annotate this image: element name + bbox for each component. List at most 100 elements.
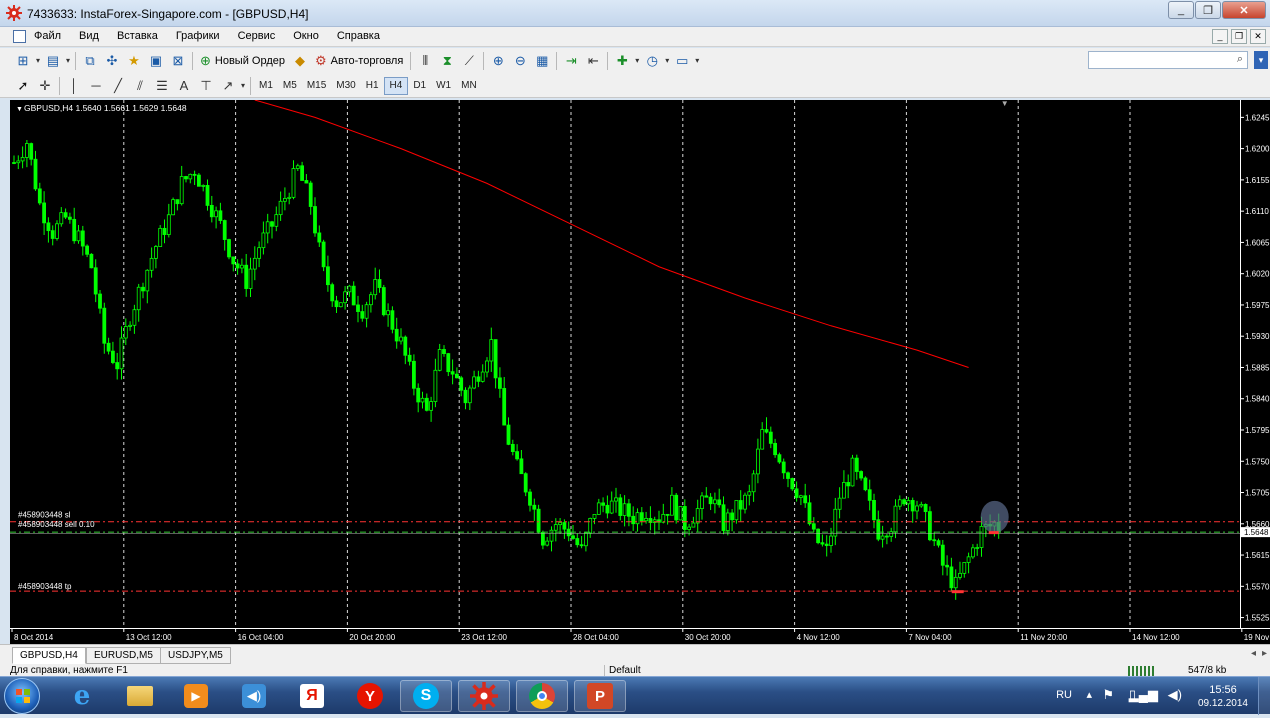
dropdown-arrow-icon[interactable]: ▾ [633,51,641,70]
navigator-icon[interactable]: ✣ [101,51,123,70]
horizontal-line-icon[interactable]: ─ [85,76,107,95]
zoom-in-icon[interactable]: ⊕ [487,51,509,70]
menu-charts[interactable]: Графики [176,30,220,42]
chart-window-icon[interactable] [13,30,26,43]
terminal-icon[interactable]: ▣ [145,51,167,70]
channel-icon[interactable]: ⫽ [129,76,151,95]
menu-insert[interactable]: Вставка [117,30,158,42]
tab-usdjpy-m5[interactable]: USDJPY,M5 [160,647,231,664]
trendline-icon[interactable]: ╱ [107,76,129,95]
timeframe-m5[interactable]: M5 [278,77,302,95]
chart-menu-arrow-icon[interactable]: ▼ [16,106,23,113]
timeframe-d1[interactable]: D1 [408,77,431,95]
candle-body [37,188,42,204]
close-button[interactable]: ✕ [1222,1,1266,19]
tabs-scroll-right-icon[interactable]: ▸ [1262,648,1267,659]
bar-chart-icon[interactable]: ⫴ [414,51,436,70]
timeframe-w1[interactable]: W1 [431,77,456,95]
menu-tools[interactable]: Сервис [238,30,276,42]
timeframe-h1[interactable]: H1 [361,77,384,95]
arrows-icon[interactable]: ↗ [217,76,239,95]
clock[interactable]: 15:56 09.12.2014 [1198,683,1248,711]
dropdown-arrow-icon[interactable]: ▾ [693,51,701,70]
taskbar-skype[interactable]: S [400,680,452,712]
auto-scroll-icon[interactable]: ⇥ [560,51,582,70]
language-indicator[interactable]: RU [1056,689,1072,701]
candle-body [506,424,511,445]
chart-shift-icon[interactable]: ⇤ [582,51,604,70]
market-watch-icon[interactable]: ⧉ [79,51,101,70]
crosshair-icon[interactable]: ✛ [34,76,56,95]
tabs-scroll-left-icon[interactable]: ◂ [1251,648,1256,659]
line-chart-icon[interactable]: ⟋ [458,51,480,70]
mdi-restore-button[interactable]: ❐ [1231,29,1247,44]
network-icon[interactable]: ▂▄▆ [1129,687,1158,703]
metaeditor-icon[interactable]: ◆ [289,51,311,70]
menu-help[interactable]: Справка [337,30,380,42]
candle-body [850,457,855,487]
indicators-icon[interactable]: ✚ [611,51,633,70]
taskbar-file-explorer[interactable] [114,680,166,712]
text-icon[interactable]: A [173,76,195,95]
templates-icon[interactable]: ▭ [671,51,693,70]
mdi-minimize-button[interactable]: _ [1212,29,1228,44]
taskbar-chrome[interactable] [516,680,568,712]
taskbar-yandex-browser[interactable]: Y [344,680,396,712]
speaker-icon: ◀) [242,684,266,708]
dropdown-arrow-icon[interactable]: ▾ [663,51,671,70]
mdi-close-button[interactable]: ✕ [1250,29,1266,44]
show-desktop-button[interactable] [1258,677,1270,715]
search-input[interactable] [1089,52,1229,68]
volume-icon[interactable]: ◀) [1168,687,1182,703]
text-label-icon[interactable]: ⊤ [195,76,217,95]
time-tick-label: 14 Nov 12:00 [1132,633,1180,642]
taskbar-speaker[interactable]: ◀) [228,680,280,712]
candle-body [282,198,287,202]
candle-body [63,212,68,218]
vertical-line-icon[interactable]: │ [63,76,85,95]
tab-gbpusd-h4[interactable]: GBPUSD,H4 [12,647,86,664]
maximize-button[interactable]: ❐ [1195,1,1221,19]
search-icon[interactable]: ⌕ [1237,53,1243,66]
zoom-out-icon[interactable]: ⊖ [509,51,531,70]
dropdown-arrow-icon[interactable]: ▾ [34,51,42,70]
autotrading-button[interactable]: ⚙ Авто-торговля [311,51,407,70]
candlestick-icon[interactable]: ⧗ [436,51,458,70]
action-center-flag-icon[interactable]: ⚑ [1102,687,1114,703]
taskbar-media-player[interactable]: ▶ [170,680,222,712]
profiles-icon[interactable]: ▤ [42,51,64,70]
new-order-button[interactable]: ⊕ Новый Ордер [196,51,289,70]
taskbar-yandex[interactable]: Я [286,680,338,712]
strategy-tester-icon[interactable]: ⊠ [167,51,189,70]
favorites-icon[interactable]: ★ [123,51,145,70]
cursor-icon[interactable]: ➚ [12,76,34,95]
new-chart-icon[interactable]: ⊞ [12,51,34,70]
minimize-button[interactable]: _ [1168,1,1194,19]
menu-window[interactable]: Окно [293,30,319,42]
tile-windows-icon[interactable]: ▦ [531,51,553,70]
timeframe-m1[interactable]: M1 [254,77,278,95]
timeframe-mn[interactable]: MN [456,77,482,95]
periods-icon[interactable]: ◷ [641,51,663,70]
chart-canvas[interactable]: ▼ GBPUSD,H4 1.5640 1.5661 1.5629 1.5648 … [10,99,1240,628]
candle-body [528,491,532,506]
timeframe-h4[interactable]: H4 [383,76,409,95]
search-field[interactable]: ⌕ [1088,51,1248,69]
dropdown-arrow-icon[interactable]: ▾ [239,76,247,95]
menu-view[interactable]: Вид [79,30,99,42]
start-button[interactable] [4,678,40,714]
taskbar-powerpoint[interactable]: P [574,680,626,712]
powerpoint-icon: P [587,683,613,709]
dropdown-arrow-icon[interactable]: ▾ [64,51,72,70]
taskbar-instaforex-terminal[interactable] [458,680,510,712]
search-options-icon[interactable]: ▾ [1254,51,1268,69]
timeframe-m15[interactable]: M15 [302,77,331,95]
tray-expand-icon[interactable]: ▴ [1086,688,1092,701]
timeframe-m30[interactable]: M30 [331,77,360,95]
taskbar-internet-explorer[interactable]: e [56,680,108,712]
tab-eurusd-m5[interactable]: EURUSD,M5 [86,647,161,664]
menu-file[interactable]: Файл [34,30,61,42]
fibonacci-icon[interactable]: ☰ [151,76,173,95]
price-chart[interactable]: ▼ GBPUSD,H4 1.5640 1.5661 1.5629 1.5648 … [10,99,1240,628]
candle-body [381,287,386,316]
